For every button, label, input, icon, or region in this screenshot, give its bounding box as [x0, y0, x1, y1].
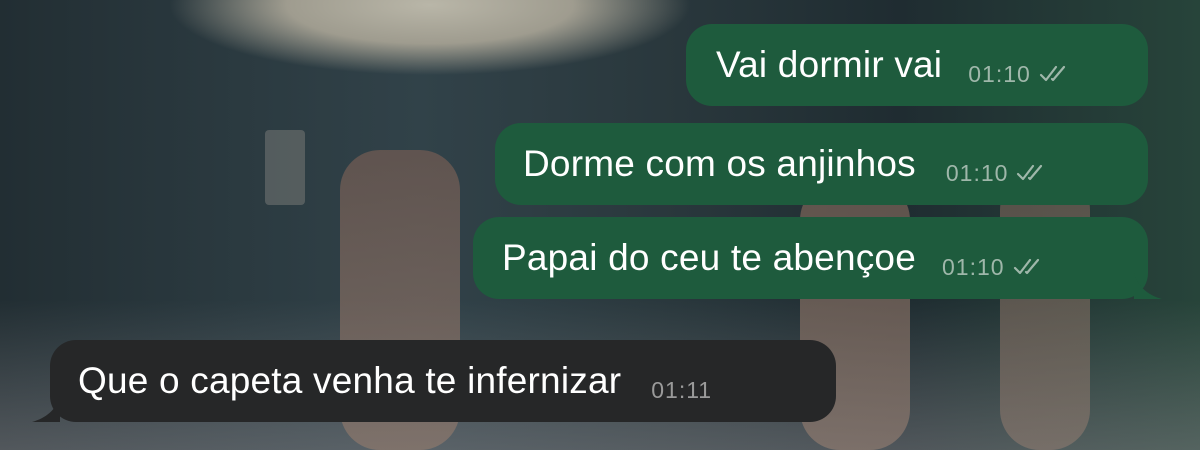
message-meta: 01:10 — [946, 160, 1051, 187]
bubble-tail-icon — [32, 396, 60, 422]
message-text: Papai do ceu te abençoe — [502, 237, 916, 278]
message-meta: 01:10 — [968, 61, 1073, 88]
message-meta: 01:10 — [942, 254, 1047, 281]
outgoing-message-bubble[interactable]: Dorme com os anjinhos 01:10 — [495, 123, 1148, 205]
double-check-icon — [1017, 164, 1043, 181]
incoming-message-bubble[interactable]: Que o capeta venha te infernizar 01:11 — [32, 340, 836, 422]
message-text: Vai dormir vai — [716, 44, 943, 85]
outgoing-message-bubble[interactable]: Vai dormir vai 01:10 — [686, 24, 1148, 106]
message-text: Que o capeta venha te infernizar — [78, 360, 622, 401]
double-check-icon — [1013, 258, 1039, 275]
bubble-tail-icon — [1134, 273, 1162, 299]
message-timestamp: 01:11 — [651, 376, 713, 403]
message-meta: 01:11 — [651, 377, 712, 404]
message-timestamp: 01:10 — [945, 159, 1009, 186]
chat-window: Vai dormir vai 01:10 Dorme com os anjinh… — [0, 0, 1200, 450]
message-text: Dorme com os anjinhos — [523, 143, 916, 184]
message-timestamp: 01:10 — [942, 253, 1005, 280]
chat-wallpaper — [1000, 170, 1090, 450]
outgoing-message-bubble[interactable]: Papai do ceu te abençoe 01:10 — [473, 217, 1162, 299]
chat-wallpaper — [265, 130, 305, 205]
double-check-icon — [1039, 65, 1065, 82]
message-timestamp: 01:10 — [968, 60, 1031, 87]
